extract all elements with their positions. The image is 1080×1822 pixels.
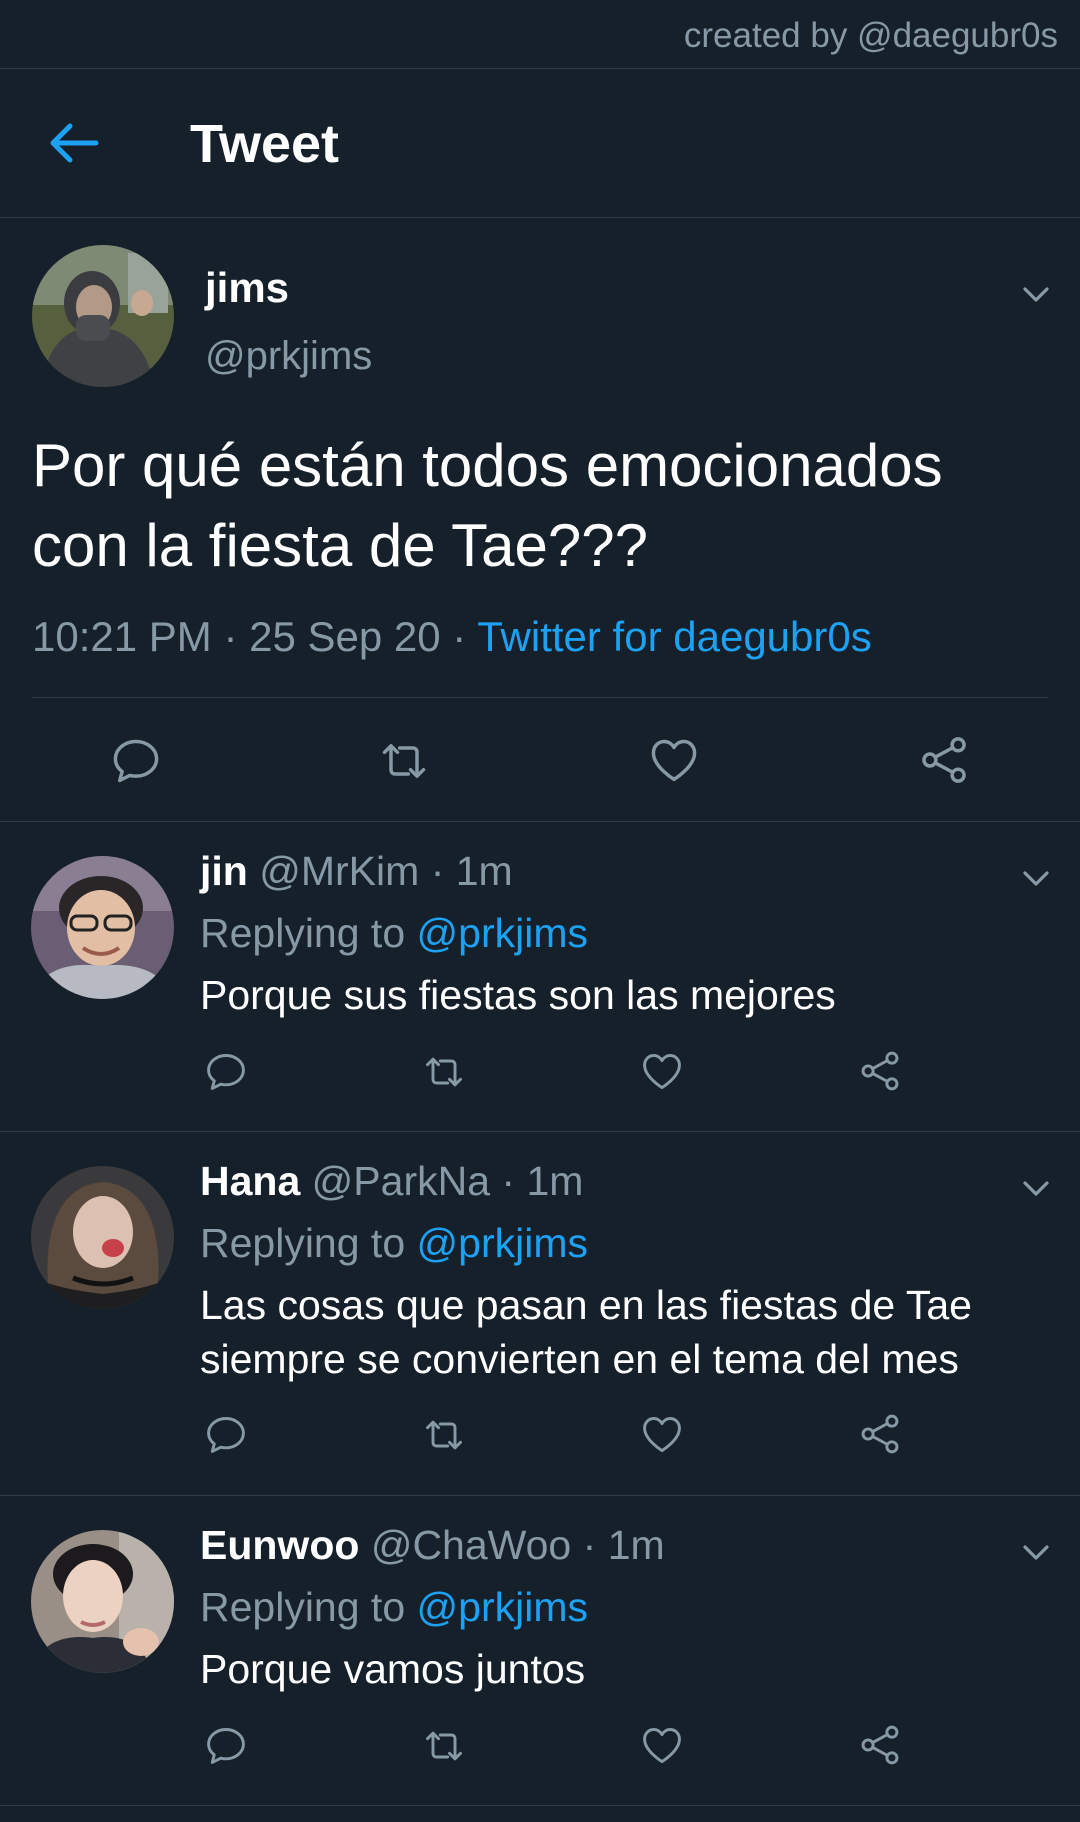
reply-text: Las cosas que pasan en las fiestas de Ta…	[200, 1282, 972, 1382]
author-name[interactable]: Eunwoo	[200, 1522, 359, 1568]
avatar[interactable]	[32, 245, 174, 387]
reply-time: 1m	[526, 1158, 584, 1204]
share-icon	[858, 1722, 902, 1768]
page-title: Tweet	[190, 114, 340, 174]
more-options-button[interactable]	[1016, 1168, 1056, 1208]
replying-to: Replying to @prkjims	[200, 1584, 588, 1631]
retweet-button[interactable]	[376, 735, 432, 787]
chevron-down-icon	[1016, 1532, 1056, 1572]
like-button[interactable]	[640, 1413, 684, 1457]
reply-actions	[0, 1048, 1080, 1104]
reply-text: Porque sus fiestas son las mejores	[200, 972, 836, 1018]
like-button[interactable]	[640, 1724, 684, 1768]
replying-to: Replying to @prkjims	[200, 910, 588, 957]
reply-time: 1m	[455, 848, 513, 894]
back-button[interactable]	[46, 118, 102, 168]
author-handle[interactable]: @prkjims	[205, 334, 372, 379]
reply-tweet[interactable]: jin @MrKim · 1m Replying to @prkjims Por…	[0, 822, 1080, 1132]
retweet-button[interactable]	[420, 1050, 468, 1094]
reply-button[interactable]	[110, 735, 162, 787]
heart-icon	[640, 1413, 684, 1457]
retweet-icon	[376, 735, 432, 787]
reply-actions	[0, 1722, 1080, 1778]
meta-separator: ·	[582, 1522, 597, 1568]
more-options-button[interactable]	[1016, 1532, 1056, 1572]
arrow-left-icon	[46, 118, 102, 168]
meta-separator: ·	[452, 613, 478, 660]
heart-icon	[640, 1724, 684, 1768]
share-button[interactable]	[918, 733, 970, 787]
reply-button[interactable]	[204, 1050, 248, 1094]
author-handle[interactable]: @MrKim	[259, 848, 419, 894]
reply-button[interactable]	[204, 1724, 248, 1768]
retweet-button[interactable]	[420, 1724, 468, 1768]
chevron-down-icon	[1016, 274, 1056, 314]
like-button[interactable]	[640, 1050, 684, 1094]
credit-text: created by @daegubr0s	[683, 16, 1058, 55]
meta-separator: ·	[430, 848, 445, 894]
like-button[interactable]	[648, 735, 700, 787]
heart-icon	[648, 735, 700, 787]
replying-to: Replying to @prkjims	[200, 1220, 588, 1267]
reply-time: 1m	[607, 1522, 665, 1568]
tweet-meta: 10:21 PM · 25 Sep 20 · Twitter for daegu…	[32, 613, 872, 661]
mention-link[interactable]: @prkjims	[417, 1220, 588, 1266]
mention-link[interactable]: @prkjims	[417, 910, 588, 956]
reply-header: jin @MrKim · 1m	[200, 848, 513, 895]
mention-link[interactable]: @prkjims	[417, 1584, 588, 1630]
share-button[interactable]	[858, 1722, 902, 1768]
replying-to-label: Replying to	[200, 1584, 406, 1630]
reply-bubble-icon	[204, 1413, 248, 1457]
chevron-down-icon	[1016, 858, 1056, 898]
retweet-button[interactable]	[420, 1413, 468, 1457]
retweet-icon	[420, 1050, 468, 1094]
share-button[interactable]	[858, 1411, 902, 1457]
author-handle[interactable]: @ParkNa	[312, 1158, 490, 1204]
avatar[interactable]	[31, 1166, 174, 1309]
share-button[interactable]	[858, 1048, 902, 1094]
retweet-icon	[420, 1724, 468, 1768]
reply-header: Eunwoo @ChaWoo · 1m	[200, 1522, 665, 1569]
avatar[interactable]	[31, 856, 174, 999]
reply-bubble-icon	[204, 1724, 248, 1768]
top-app-bar: Tweet	[0, 69, 1080, 218]
more-options-button[interactable]	[1016, 858, 1056, 898]
divider	[32, 697, 1048, 698]
replying-to-label: Replying to	[200, 910, 406, 956]
replying-to-label: Replying to	[200, 1220, 406, 1266]
reply-text: Porque vamos juntos	[200, 1646, 586, 1692]
reply-header: Hana @ParkNa · 1m	[200, 1158, 583, 1205]
reply-bubble-icon	[110, 735, 162, 787]
author-name[interactable]: jin	[200, 848, 248, 894]
meta-separator: ·	[223, 613, 250, 660]
tweet-date: 25 Sep 20	[249, 613, 441, 660]
share-icon	[918, 733, 970, 787]
author-name[interactable]: jims	[205, 264, 289, 312]
avatar[interactable]	[31, 1530, 174, 1673]
reply-actions	[0, 1411, 1080, 1467]
reply-tweet[interactable]: Eunwoo @ChaWoo · 1m Replying to @prkjims…	[0, 1496, 1080, 1806]
credit-bar: created by @daegubr0s	[0, 0, 1080, 69]
main-tweet: jims @prkjims Por qué están todos emocio…	[0, 218, 1080, 822]
author-handle[interactable]: @ChaWoo	[371, 1522, 571, 1568]
meta-separator: ·	[501, 1158, 516, 1204]
reply-button[interactable]	[204, 1413, 248, 1457]
more-options-button[interactable]	[1016, 274, 1056, 314]
share-icon	[858, 1048, 902, 1094]
retweet-icon	[420, 1413, 468, 1457]
chevron-down-icon	[1016, 1168, 1056, 1208]
author-name[interactable]: Hana	[200, 1158, 300, 1204]
tweet-time: 10:21 PM	[32, 613, 212, 660]
share-icon	[858, 1411, 902, 1457]
tweet-source-link[interactable]: Twitter for daegubr0s	[477, 613, 872, 660]
heart-icon	[640, 1050, 684, 1094]
reply-bubble-icon	[204, 1050, 248, 1094]
tweet-actions	[0, 728, 1080, 798]
tweet-text: Por qué están todos emocionados con la f…	[32, 432, 943, 579]
reply-tweet[interactable]: Hana @ParkNa · 1m Replying to @prkjims L…	[0, 1132, 1080, 1496]
